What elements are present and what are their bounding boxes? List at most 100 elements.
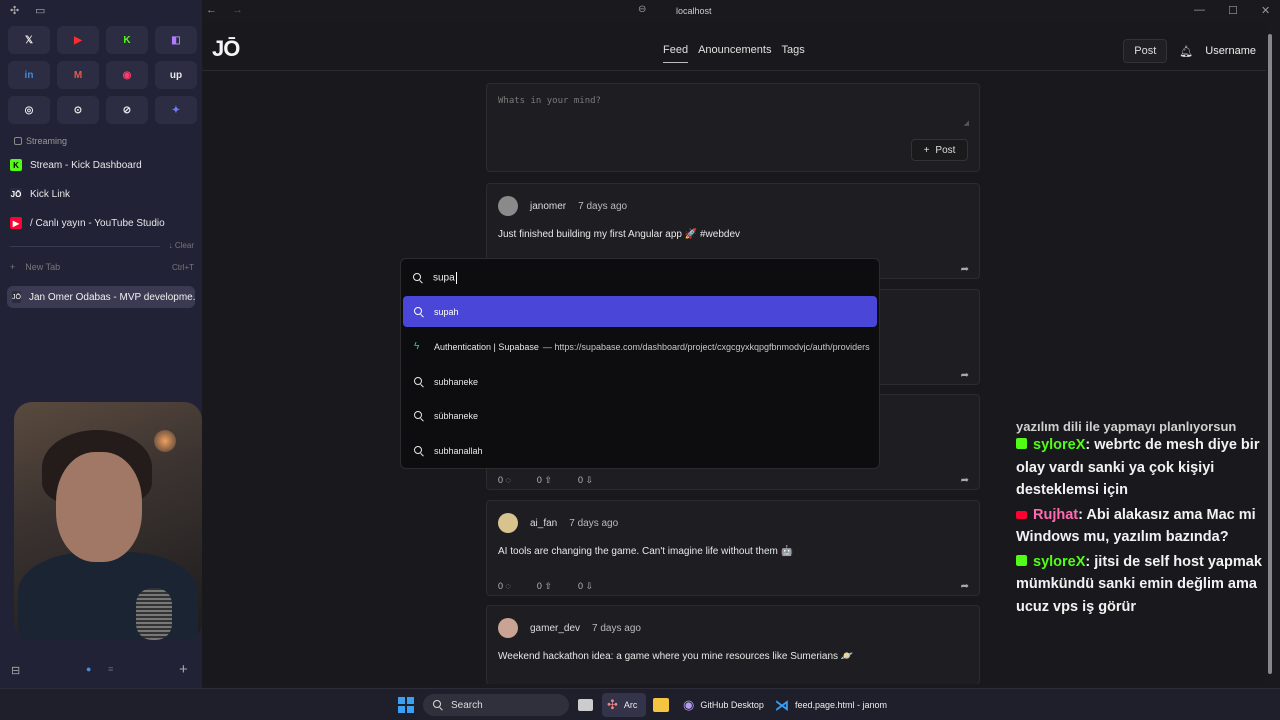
- site-logo[interactable]: JŌ: [212, 36, 240, 62]
- comment-button[interactable]: 0 ◌: [498, 581, 511, 592]
- pinned-tab-label: Kick Link: [30, 188, 71, 200]
- start-button[interactable]: [398, 695, 414, 715]
- taskbar-arc[interactable]: ✣ Arc: [607, 695, 637, 715]
- command-input[interactable]: supa: [413, 269, 457, 287]
- nav-feed[interactable]: Feed: [663, 44, 689, 63]
- avatar[interactable]: [498, 196, 518, 216]
- composer-post-button[interactable]: + Post: [911, 139, 968, 161]
- twitch-icon: ◧: [171, 34, 181, 46]
- composer-textarea[interactable]: Whats in your mind?: [498, 96, 601, 106]
- chat-message: syloreX: jitsi de self host yapmak mümkü…: [1016, 551, 1278, 619]
- avatar[interactable]: [498, 618, 518, 638]
- forward-icon[interactable]: →: [232, 4, 243, 16]
- address-bar[interactable]: localhost: [676, 6, 712, 16]
- avatar[interactable]: [498, 513, 518, 533]
- nav-tags[interactable]: Tags: [781, 44, 804, 63]
- favorite-upwork[interactable]: up: [155, 61, 197, 89]
- openai-icon: ◎: [24, 104, 34, 116]
- suggestion-item[interactable]: subhaneke: [403, 366, 877, 397]
- favorite-record[interactable]: ◉: [106, 61, 148, 89]
- favorite-gmail[interactable]: M: [57, 61, 99, 89]
- post-meta: janomer 7 days ago: [498, 196, 627, 216]
- downvote-button[interactable]: 0 ⇩: [578, 475, 593, 486]
- search-icon: [433, 700, 443, 710]
- clear-tabs-button[interactable]: ↓ Clear: [169, 241, 194, 250]
- taskbar-github-label: GitHub Desktop: [700, 700, 764, 710]
- streaming-folder[interactable]: Streaming: [14, 136, 67, 146]
- close-icon[interactable]: ✕: [1261, 4, 1270, 17]
- favorite-youtube[interactable]: ▶: [57, 26, 99, 54]
- suggestion-item[interactable]: subhanallah: [403, 435, 877, 466]
- back-icon[interactable]: ←: [206, 4, 217, 16]
- pinned-tab[interactable]: K Stream - Kick Dashboard: [10, 154, 194, 176]
- post-time: 7 days ago: [592, 622, 641, 634]
- chat-message: syloreX: webrtc de mesh diye bir olay va…: [1016, 434, 1278, 502]
- share-icon[interactable]: ➦: [961, 475, 969, 486]
- new-tab-button[interactable]: + New Tab Ctrl+T: [10, 258, 194, 276]
- header-post-button[interactable]: Post: [1123, 39, 1168, 63]
- link-icon[interactable]: ⊖: [638, 4, 646, 15]
- favorite-x-twitter[interactable]: 𝕏: [8, 26, 50, 54]
- space-dot-icon[interactable]: ●: [86, 664, 91, 674]
- post-username[interactable]: ai_fan: [530, 518, 557, 529]
- text-caret: [455, 272, 457, 284]
- search-icon: [414, 410, 424, 421]
- share-icon[interactable]: ➦: [961, 370, 969, 381]
- windows-taskbar: Search ✣ Arc ◉ GitHub Desktop ⋊ feed.pag…: [0, 688, 1280, 720]
- taskbar-search-label: Search: [451, 699, 483, 711]
- share-icon[interactable]: ➦: [961, 581, 969, 592]
- record-icon: ◉: [122, 69, 132, 81]
- favorite-twitch[interactable]: ◧: [155, 26, 197, 54]
- username-link[interactable]: Username: [1205, 45, 1256, 57]
- favorite-circle-app[interactable]: ⊙: [57, 96, 99, 124]
- upvote-button[interactable]: 0 ⇧: [537, 581, 552, 592]
- nav-announcements[interactable]: Anouncements: [698, 44, 771, 63]
- github-icon: ◉: [683, 697, 695, 712]
- gemini-icon: ✦: [171, 104, 181, 116]
- pinned-tab[interactable]: JŌ Kick Link: [10, 183, 194, 205]
- add-space-icon[interactable]: +: [179, 661, 188, 678]
- archive-icon[interactable]: ⊟: [11, 664, 20, 677]
- linkedin-icon: in: [24, 69, 34, 81]
- minimize-icon[interactable]: —: [1194, 4, 1205, 16]
- favorite-openai[interactable]: ◎: [8, 96, 50, 124]
- suggestion-item[interactable]: sübhaneke: [403, 400, 877, 431]
- taskbar-vscode-label: feed.page.html - janom: [795, 700, 888, 710]
- favorite-gemini[interactable]: ✦: [155, 96, 197, 124]
- arc-logo-icon[interactable]: ✣: [10, 4, 19, 17]
- post-username[interactable]: janomer: [530, 201, 566, 212]
- bell-icon[interactable]: 🔔︎: [1179, 45, 1193, 58]
- taskbar-file-explorer[interactable]: [653, 695, 669, 715]
- suggestion-label: subhaneke: [434, 376, 479, 387]
- chat-message: Rujhat: Abi alakasız ama Mac mi Windows …: [1016, 504, 1278, 549]
- favorite-linkedin[interactable]: in: [8, 61, 50, 89]
- maximize-icon[interactable]: ☐: [1228, 4, 1238, 17]
- task-view-button[interactable]: [578, 695, 593, 715]
- suggestion-item[interactable]: ϟ Authentication | Supabase — https://supa…: [403, 331, 877, 362]
- share-icon[interactable]: ➦: [961, 264, 969, 275]
- favorite-kick[interactable]: K: [106, 26, 148, 54]
- chat-username: Rujhat: [1033, 506, 1079, 523]
- pinned-tab[interactable]: ▶ / Canlı yayın - YouTube Studio: [10, 212, 194, 234]
- sidebar-toggle-icon[interactable]: ▭: [35, 4, 45, 17]
- space-dot-icon[interactable]: ≡: [108, 664, 113, 674]
- upvote-button[interactable]: 0 ⇧: [537, 475, 552, 486]
- chat-username: syloreX: [1033, 437, 1086, 453]
- suggestion-item[interactable]: supah: [403, 296, 877, 327]
- post-username[interactable]: gamer_dev: [530, 623, 580, 634]
- pinned-tab-label: / Canlı yayın - YouTube Studio: [30, 217, 165, 229]
- youtube-icon: ▶: [74, 34, 82, 46]
- favorite-sync-app[interactable]: ⊘: [106, 96, 148, 124]
- post-actions: 0 ◌ 0 ⇧ 0 ⇩: [498, 581, 593, 592]
- comment-button[interactable]: 0 ◌: [498, 475, 511, 486]
- downvote-button[interactable]: 0 ⇩: [578, 581, 593, 592]
- resize-handle-icon[interactable]: ◢: [964, 119, 969, 127]
- chat-partial-line: yazılım dili ile yapmayı planlıyorsun: [1016, 420, 1237, 434]
- taskbar-vscode[interactable]: ⋊ feed.page.html - janom: [775, 695, 887, 715]
- header-actions: Post 🔔︎ Username: [1123, 39, 1256, 63]
- folder-icon: [14, 137, 22, 145]
- taskbar-github-desktop[interactable]: ◉ GitHub Desktop: [683, 695, 764, 715]
- active-tab[interactable]: JŌ Jan Omer Odabas - MVP developme...: [7, 286, 195, 308]
- upvote-icon: ⇧: [544, 581, 552, 591]
- taskbar-search[interactable]: Search: [423, 694, 569, 716]
